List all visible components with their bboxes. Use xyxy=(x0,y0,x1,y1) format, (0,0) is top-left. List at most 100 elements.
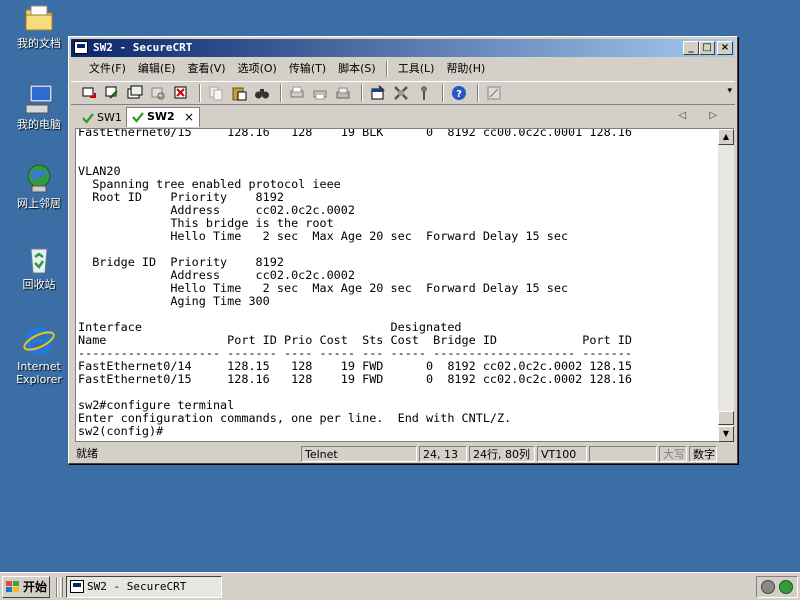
keyboard-map-button[interactable] xyxy=(484,84,504,102)
toolbar-overflow-icon[interactable]: ▾ xyxy=(727,86,732,96)
minimize-button[interactable]: _ xyxy=(683,41,699,55)
desktop-icon-label: 网上邻居 xyxy=(17,197,61,210)
tray-volume-icon[interactable] xyxy=(761,580,775,594)
quick-connect-button[interactable] xyxy=(102,84,122,102)
toolbar-separator xyxy=(361,84,363,102)
taskbar: 开始 SW2 - SecureCRT xyxy=(0,572,800,600)
desktop-icon-label: 我的文档 xyxy=(17,37,61,50)
tab-sw2[interactable]: SW2 × xyxy=(126,107,200,127)
help-icon: ? xyxy=(452,86,466,100)
menu-transfer[interactable]: 传输(T) xyxy=(283,59,332,79)
menu-help[interactable]: 帮助(H) xyxy=(440,59,491,79)
toolbar-separator xyxy=(477,84,479,102)
taskbar-button-securecrt[interactable]: SW2 - SecureCRT xyxy=(66,576,222,598)
desktop-icon-my-computer[interactable]: 我的电脑 xyxy=(6,83,72,131)
computer-icon xyxy=(22,83,56,115)
toolbar-separator xyxy=(280,84,282,102)
status-caps-lock: 大写 xyxy=(659,446,687,462)
menu-tools[interactable]: 工具(L) xyxy=(392,59,441,79)
menu-view[interactable]: 查看(V) xyxy=(181,59,231,79)
check-icon xyxy=(132,112,144,123)
taskbar-separator xyxy=(56,577,58,597)
printer-icon xyxy=(336,87,350,99)
scroll-up-icon[interactable]: ▲ xyxy=(718,129,734,145)
toolbar-separator xyxy=(442,84,444,102)
tab-sw1[interactable]: SW1 xyxy=(77,109,125,127)
menu-options[interactable]: 选项(O) xyxy=(232,59,283,79)
check-icon xyxy=(82,113,94,124)
terminal-text: FastEthernet0/15 128.16 128 19 BLK 0 819… xyxy=(78,128,632,438)
internet-explorer-icon xyxy=(22,325,56,357)
reconnect-icon xyxy=(151,87,165,100)
reconnect-button[interactable] xyxy=(148,84,168,102)
tray-network-icon[interactable] xyxy=(779,580,793,594)
menu-file[interactable]: 文件(F) xyxy=(83,59,132,79)
disconnect-icon xyxy=(174,86,187,99)
terminal-line: Hello Time 2 sec Max Age 20 sec Forward … xyxy=(78,229,569,243)
terminal-line: FastEthernet0/15 128.16 128 19 BLK 0 819… xyxy=(78,128,632,139)
securecrt-app-icon xyxy=(70,580,84,593)
print-button[interactable] xyxy=(287,84,307,102)
title-bar[interactable]: SW2 - SecureCRT _ □ × xyxy=(71,39,735,57)
status-terminal-type: VT100 xyxy=(537,446,587,462)
close-button[interactable]: × xyxy=(717,41,733,55)
taskbar-grip[interactable] xyxy=(60,577,63,597)
scroll-thumb[interactable] xyxy=(718,411,734,425)
print-icon xyxy=(290,86,304,98)
connect-icon xyxy=(82,87,96,98)
toolbar-separator xyxy=(199,84,201,102)
keymap-button[interactable] xyxy=(414,84,434,102)
status-protocol: Telnet xyxy=(301,446,417,462)
securecrt-app-icon xyxy=(74,41,88,54)
print-selection-icon xyxy=(313,90,327,100)
print-selection-button[interactable] xyxy=(310,84,330,102)
desktop-icon-network-places[interactable]: 网上邻居 xyxy=(6,162,72,210)
help-button[interactable]: ? xyxy=(449,84,469,102)
paste-button[interactable] xyxy=(229,84,249,102)
global-options-button[interactable] xyxy=(391,84,411,102)
menu-script[interactable]: 脚本(S) xyxy=(332,59,382,79)
desktop-icon-label: 我的电脑 xyxy=(17,118,61,131)
desktop-icon-label: 回收站 xyxy=(22,278,56,291)
status-cursor-position: 24, 13 xyxy=(419,446,467,462)
connect-in-tab-button[interactable] xyxy=(125,84,145,102)
start-label: 开始 xyxy=(23,580,48,594)
status-ready: 就绪 xyxy=(76,447,98,460)
terminal-output[interactable]: FastEthernet0/15 128.16 128 19 BLK 0 819… xyxy=(75,128,719,442)
tab-scroll-arrows[interactable]: ◁ ▷ xyxy=(678,110,727,121)
status-num-lock: 数字 xyxy=(689,446,717,462)
connect-button[interactable] xyxy=(79,84,99,102)
terminal-scrollbar[interactable]: ▲ ▼ xyxy=(718,128,734,442)
maximize-button[interactable]: □ xyxy=(699,41,715,55)
binoculars-icon xyxy=(255,89,269,99)
scroll-down-icon[interactable]: ▼ xyxy=(718,426,734,442)
tab-label: SW2 xyxy=(147,110,175,123)
connect-in-tab-icon xyxy=(127,85,143,99)
start-button[interactable]: 开始 xyxy=(2,576,50,598)
toolbar: ? ▾ xyxy=(71,81,735,105)
desktop-icon-my-documents[interactable]: 我的文档 xyxy=(6,2,72,50)
disconnect-button[interactable] xyxy=(171,84,191,102)
copy-button[interactable] xyxy=(206,84,226,102)
copy-icon xyxy=(209,86,223,101)
recycle-bin-icon xyxy=(22,243,56,275)
pin-icon xyxy=(421,86,427,100)
session-options-button[interactable] xyxy=(368,84,388,102)
menu-bar: 文件(F) 编辑(E) 查看(V) 选项(O) 传输(T) 脚本(S) 工具(L… xyxy=(71,59,735,79)
tab-close-icon[interactable]: × xyxy=(184,109,194,126)
keyboard-icon xyxy=(487,86,501,100)
terminal-line: sw2(config)# xyxy=(78,424,164,438)
desktop-icon-internet-explorer[interactable]: Internet Explorer xyxy=(6,325,72,386)
desktop-icon-recycle-bin[interactable]: 回收站 xyxy=(6,243,72,291)
network-icon xyxy=(22,162,56,194)
status-blank xyxy=(589,446,657,462)
printer-button[interactable] xyxy=(333,84,353,102)
menu-edit[interactable]: 编辑(E) xyxy=(132,59,182,79)
global-options-icon xyxy=(394,86,408,100)
system-tray xyxy=(756,576,798,598)
tab-label: SW1 xyxy=(97,111,122,124)
status-terminal-size: 24行, 80列 xyxy=(469,446,535,462)
folder-icon xyxy=(22,2,56,34)
find-button[interactable] xyxy=(252,84,272,102)
